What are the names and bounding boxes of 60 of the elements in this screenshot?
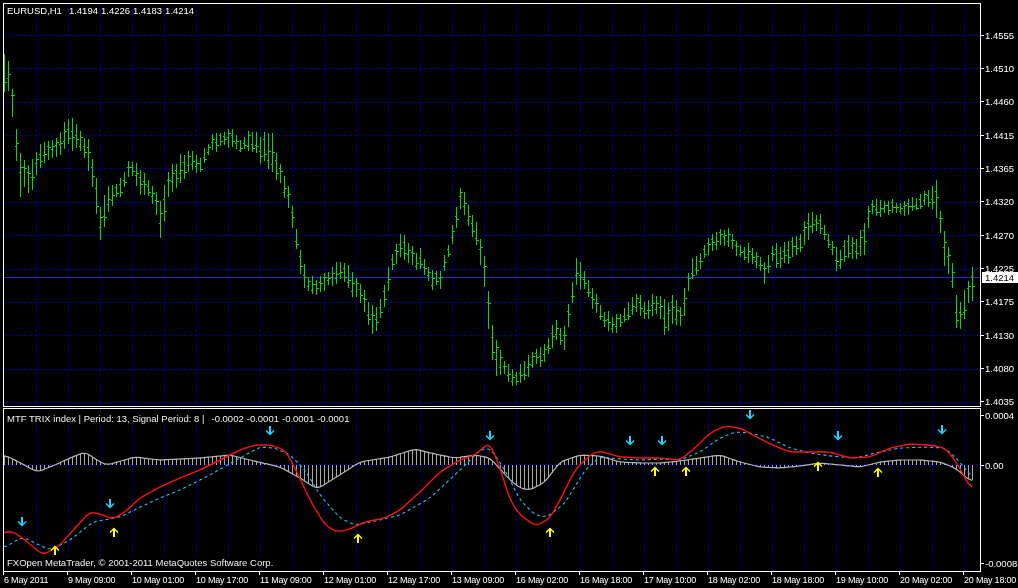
price-axis-label: 1.4460 [981, 98, 1015, 106]
down-arrow-icon [105, 499, 115, 509]
down-arrow-icon [657, 436, 667, 446]
up-arrow-icon [873, 467, 883, 477]
down-arrow-icon [625, 436, 635, 446]
time-axis-label: 19 May 10:00 [835, 572, 889, 588]
price-axis-label: 1.4365 [981, 164, 1015, 172]
time-axis-label: 10 May 17:00 [195, 572, 249, 588]
ohlc-value: 1.4226 [100, 5, 131, 16]
price-axis-label: 1.4270 [981, 231, 1015, 239]
down-arrow-icon [833, 431, 843, 441]
ohlc-value: 1.4183 [133, 5, 163, 16]
time-axis-label: 12 May 01:00 [323, 572, 377, 588]
time-axis-label: 13 May 09:00 [451, 572, 505, 588]
price-axis-label: 1.4130 [981, 331, 1015, 339]
indicator-value: -0.0001 [317, 413, 350, 424]
ohlc-value: 1.4194 [68, 5, 98, 16]
time-axis-label: 20 May 02:00 [899, 572, 953, 588]
price-axis-label: 1.4225 [981, 265, 1015, 272]
up-arrow-icon [813, 461, 823, 471]
price-axis-label: 1.4080 [981, 365, 1015, 373]
time-axis-label: 11 May 09:00 [259, 572, 312, 588]
price-axis-label: 1.4035 [981, 398, 1015, 406]
price-axis-label: 1.4415 [981, 131, 1015, 139]
time-axis-label: 16 May 02:00 [515, 572, 569, 588]
up-arrow-icon [681, 466, 691, 476]
price-axis-label: 1.4510 [981, 64, 1015, 72]
up-arrow-icon [650, 466, 660, 476]
time-axis-label: 6 May 2011 [3, 572, 49, 588]
bid-price-marker: 1.4214 [982, 272, 1018, 283]
indicator-axis-label: 0.0004 [981, 411, 1015, 419]
copyright-text: FXOpen MetaTrader, © 2001-2011 MetaQuotes Software Corp. [7, 557, 274, 568]
down-arrow-icon [937, 425, 947, 435]
indicator-value: -0.0001 [246, 413, 279, 424]
down-arrow-icon [17, 517, 27, 527]
price-axis-label: 1.4175 [981, 298, 1015, 306]
time-axis-label: 18 May 18:00 [771, 572, 825, 588]
indicator-value: -0.0001 [281, 413, 315, 424]
time-axis-label: 18 May 02:00 [707, 572, 761, 588]
indicator-value: -0.0002 [211, 413, 244, 424]
up-arrow-icon [50, 545, 60, 555]
down-arrow-icon [485, 431, 495, 441]
price-axis-label: 1.4555 [981, 31, 1015, 39]
time-axis-label: 17 May 10:00 [643, 572, 697, 588]
time-axis-label: 9 May 09:00 [67, 572, 116, 588]
indicator-axis-label: -0.0008 [981, 559, 1018, 567]
time-axis-label: 16 May 18:00 [579, 572, 633, 588]
up-arrow-icon [109, 527, 119, 537]
indicator-title: MTF TRIX index | Period: 13, Signal Period: 8 | [7, 413, 205, 424]
symbol-label: EURUSD,H1 [7, 5, 62, 16]
time-axis-label: 12 May 17:00 [387, 572, 441, 588]
indicator-axis-label: 0.00 [981, 461, 1004, 469]
time-axis-label: 10 May 01:00 [131, 572, 185, 588]
price-axis-label: 1.4320 [981, 198, 1015, 206]
ohlc-value: 1.4214 [165, 5, 195, 16]
up-arrow-icon [545, 527, 555, 537]
time-axis-label: 20 May 18:00 [963, 572, 1017, 588]
up-arrow-icon [353, 533, 363, 543]
down-arrow-icon [265, 426, 275, 436]
down-arrow-icon [745, 410, 755, 420]
